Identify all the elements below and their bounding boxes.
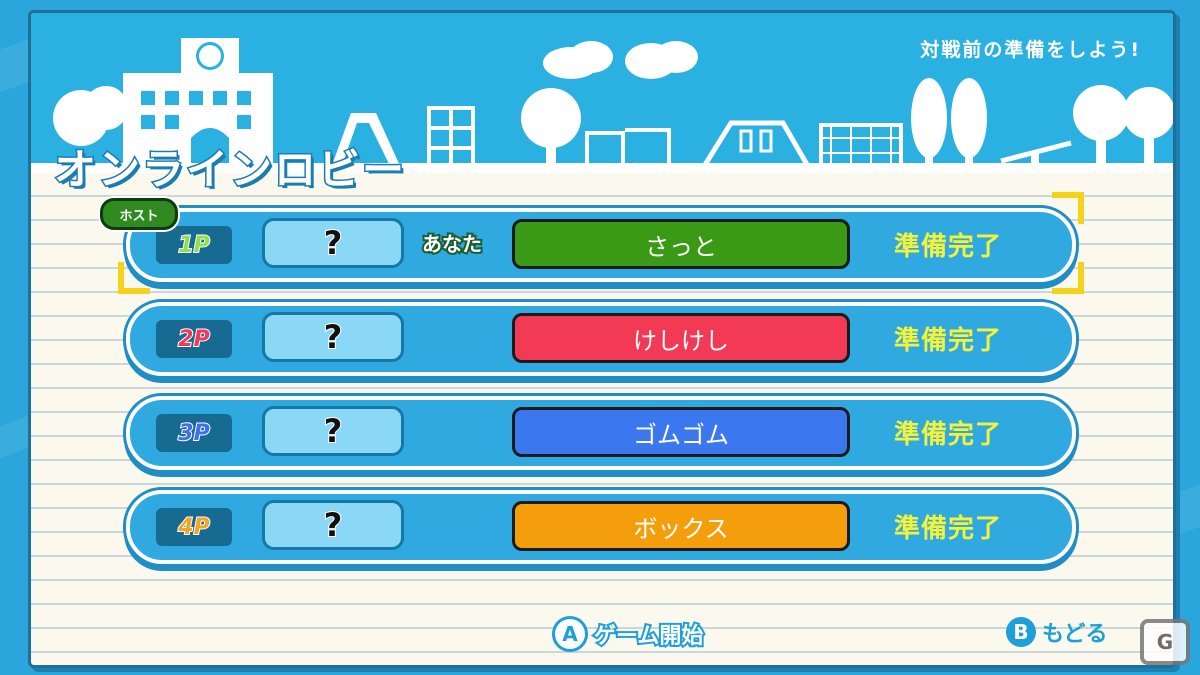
player-slot-label: 4P [177, 514, 210, 541]
you-label: あなた [420, 230, 484, 258]
avatar-unknown: ? [323, 317, 344, 357]
player-avatar: ? [262, 218, 404, 268]
player-row-4[interactable]: 4P ? ボックス 準備完了 [126, 490, 1076, 564]
player-name: ゴムゴム [512, 407, 850, 457]
player-slot-label: 2P [177, 326, 210, 353]
selection-corner-top-right [1052, 192, 1084, 224]
start-game-label: ゲーム開始 [592, 622, 705, 651]
player-name: ボックス [512, 501, 850, 551]
back-label: もどる [1042, 622, 1108, 647]
player-slot-badge: 4P [156, 508, 232, 546]
page-title: オンラインロビー [52, 144, 407, 196]
player-slot-badge: 3P [156, 414, 232, 452]
player-slot-label: 1P [177, 232, 210, 259]
player-row-2[interactable]: 2P ? けしけし 準備完了 [126, 302, 1076, 376]
player-slot-label: 3P [177, 420, 210, 447]
avatar-unknown: ? [323, 223, 344, 263]
player-avatar: ? [262, 312, 404, 362]
player-row-3[interactable]: 3P ? ゴムゴム 準備完了 [126, 396, 1076, 470]
avatar-unknown: ? [323, 411, 344, 451]
watermark-logo: G [1140, 619, 1190, 665]
player-avatar: ? [262, 500, 404, 550]
a-button-icon: A [552, 616, 588, 652]
b-button-icon: B [1006, 617, 1036, 647]
host-badge: ホスト [100, 198, 178, 230]
player-status: 準備完了 [894, 420, 1003, 450]
avatar-unknown: ? [323, 505, 344, 545]
player-status: 準備完了 [894, 232, 1003, 262]
header-subtitle: 対戦前の準備をしよう! [920, 39, 1141, 61]
player-slot-badge: 1P [156, 226, 232, 264]
back-button[interactable]: B もどる [1006, 616, 1108, 648]
player-name: けしけし [512, 313, 850, 363]
selection-corner-bottom-left [118, 262, 150, 294]
player-status: 準備完了 [894, 326, 1003, 356]
player-slot-badge: 2P [156, 320, 232, 358]
player-avatar: ? [262, 406, 404, 456]
player-status: 準備完了 [894, 514, 1003, 544]
selection-corner-bottom-right [1052, 262, 1084, 294]
start-game-button[interactable]: A ゲーム開始 [552, 616, 705, 652]
player-name: さっと [512, 219, 850, 269]
player-row-1[interactable]: 1P ? あなた さっと 準備完了 [126, 208, 1076, 282]
